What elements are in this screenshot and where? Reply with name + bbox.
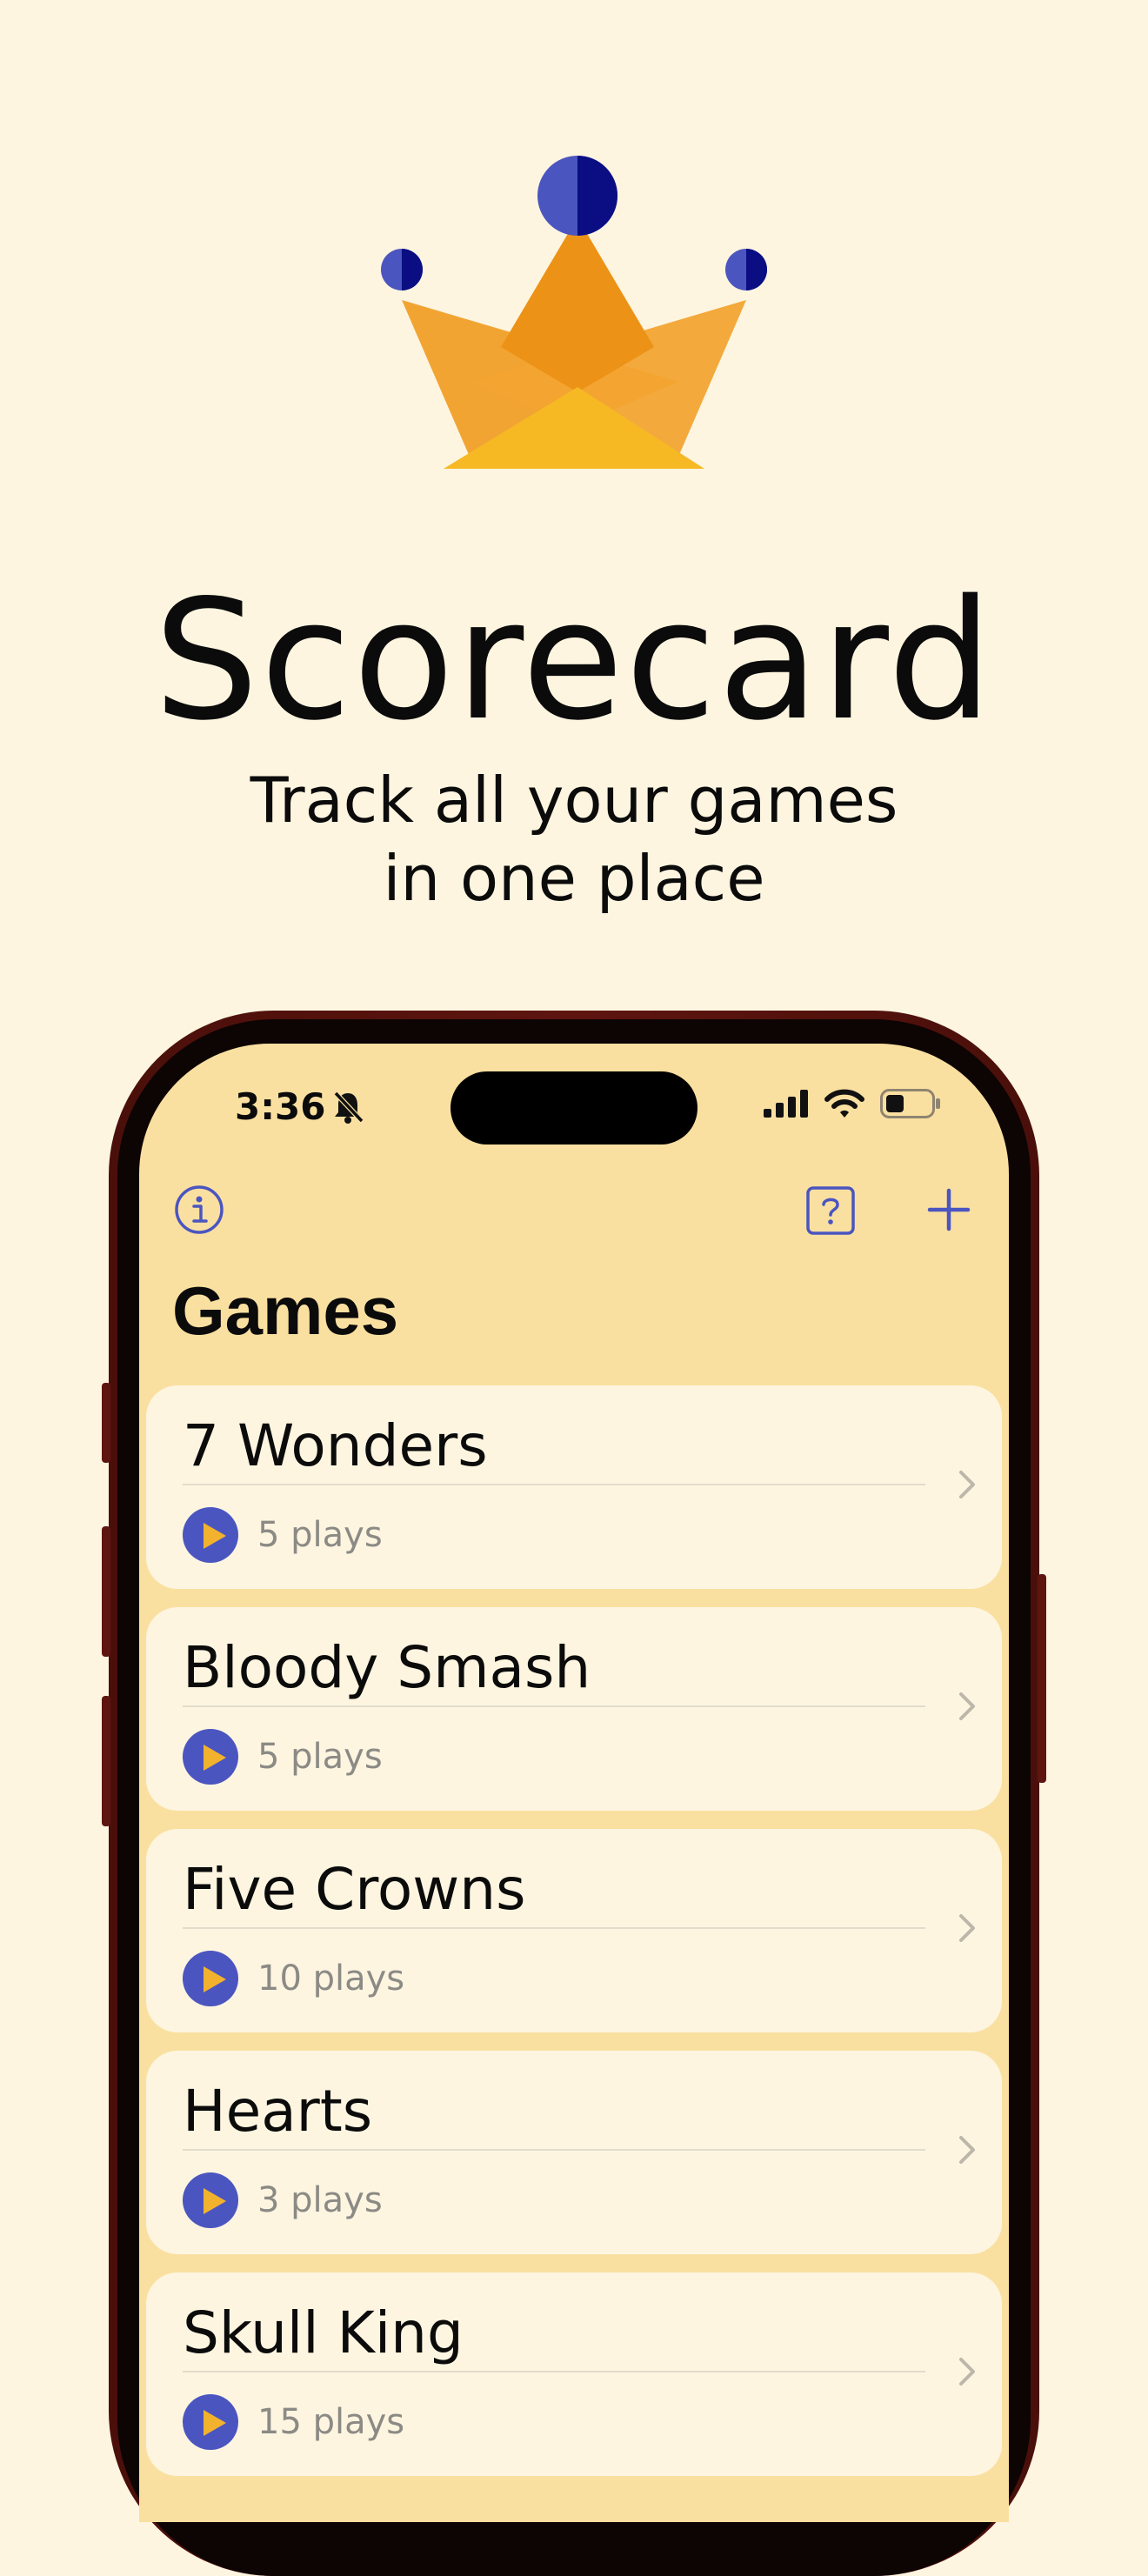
- crown-logo: [381, 156, 767, 469]
- battery-icon: [880, 1089, 940, 1118]
- game-name: Hearts: [183, 2078, 373, 2145]
- divider: [183, 1484, 925, 1485]
- status-icons: [764, 1089, 941, 1118]
- info-icon[interactable]: [174, 1185, 224, 1235]
- app-title: Scorecard: [153, 564, 995, 757]
- tagline-line-2: in one place: [383, 842, 765, 915]
- chevron-right-icon: [959, 1692, 975, 1720]
- chevron-right-icon: [959, 2358, 975, 2386]
- game-name: Bloody Smash: [183, 1634, 591, 1701]
- add-icon[interactable]: [927, 1188, 971, 1231]
- play-count: 3 plays: [257, 2180, 383, 2220]
- divider: [183, 2149, 925, 2151]
- divider: [183, 2371, 925, 2372]
- play-count: 5 plays: [257, 1737, 383, 1777]
- volume-up-button: [102, 1526, 110, 1657]
- play-icon[interactable]: [183, 2394, 238, 2450]
- play-icon[interactable]: [183, 2172, 238, 2228]
- game-name: Skull King: [183, 2299, 464, 2366]
- play-count: 10 plays: [257, 1959, 405, 1999]
- chevron-right-icon: [959, 1471, 975, 1498]
- play-icon[interactable]: [183, 1507, 238, 1563]
- action-button: [102, 1383, 110, 1463]
- play-icon[interactable]: [183, 1951, 238, 2006]
- bell-slash-icon: [334, 1091, 364, 1124]
- divider: [183, 1705, 925, 1707]
- chevron-right-icon: [959, 2136, 975, 2164]
- list-item[interactable]: Bloody Smash 5 plays: [146, 1607, 1002, 1811]
- game-name: Five Crowns: [183, 1856, 526, 1923]
- tagline-line-1: Track all your games: [250, 764, 898, 837]
- games-list: 7 Wonders 5 plays Bloody Smash 5 plays F…: [146, 1385, 1002, 2494]
- volume-down-button: [102, 1696, 110, 1826]
- list-item[interactable]: 7 Wonders 5 plays: [146, 1385, 1002, 1589]
- list-item[interactable]: Skull King 15 plays: [146, 2272, 1002, 2476]
- divider: [183, 1927, 925, 1929]
- help-icon[interactable]: [806, 1186, 855, 1235]
- dynamic-island: [451, 1071, 697, 1145]
- phone-screen: 3:36 Games 7 Wonders 5 plays Bloody Smas…: [139, 1044, 1009, 2522]
- game-name: 7 Wonders: [183, 1412, 488, 1479]
- status-time: 3:36: [235, 1085, 364, 1128]
- list-item[interactable]: Five Crowns 10 plays: [146, 1829, 1002, 2032]
- status-time-label: 3:36: [235, 1085, 326, 1128]
- page-title: Games: [172, 1272, 399, 1349]
- chevron-right-icon: [959, 1914, 975, 1942]
- play-count: 15 plays: [257, 2402, 405, 2442]
- play-count: 5 plays: [257, 1515, 383, 1555]
- wifi-icon: [824, 1089, 864, 1118]
- play-icon[interactable]: [183, 1729, 238, 1785]
- app-tagline: Track all your games in one place: [0, 761, 1148, 918]
- side-button: [1038, 1574, 1046, 1783]
- cellular-signal-icon: [764, 1090, 808, 1118]
- list-item[interactable]: Hearts 3 plays: [146, 2051, 1002, 2254]
